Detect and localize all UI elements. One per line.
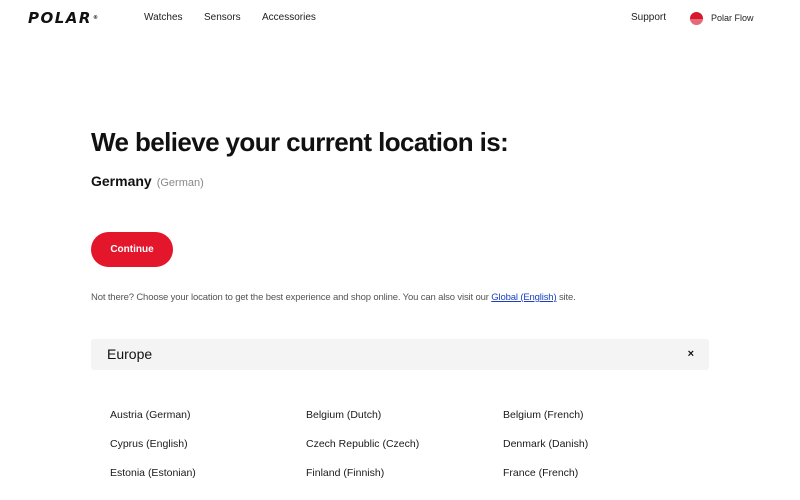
info-suffix: site.: [556, 292, 576, 303]
region-title: Europe: [107, 346, 153, 362]
polar-logo[interactable]: POLAR ®: [28, 10, 98, 26]
close-icon[interactable]: ×: [688, 347, 694, 361]
logo-text: POLAR: [28, 9, 92, 27]
global-english-link[interactable]: Global (English): [491, 292, 556, 303]
country-link[interactable]: Czech Republic (Czech): [306, 438, 419, 451]
country-link[interactable]: France (French): [503, 467, 578, 480]
continue-button[interactable]: Continue: [91, 232, 173, 267]
region-accordion-header[interactable]: Europe ×: [91, 339, 709, 370]
polar-flow-icon: [690, 11, 703, 25]
detected-language: (German): [156, 177, 204, 189]
nav-accessories[interactable]: Accessories: [262, 12, 316, 24]
detected-country: Germany: [91, 173, 152, 189]
country-link[interactable]: Denmark (Danish): [503, 438, 588, 451]
info-prefix: Not there? Choose your location to get t…: [91, 292, 492, 303]
polar-flow-link[interactable]: Polar Flow: [683, 5, 763, 31]
country-link[interactable]: Belgium (French): [503, 409, 584, 422]
page-title: We believe your current location is:: [91, 127, 509, 157]
logo-registered-mark: ®: [92, 15, 98, 21]
country-link[interactable]: Cyprus (English): [110, 438, 188, 451]
location-info-text: Not there? Choose your location to get t…: [91, 292, 576, 304]
country-link[interactable]: Austria (German): [110, 409, 191, 422]
country-link[interactable]: Finland (Finnish): [306, 467, 384, 480]
polar-flow-label: Polar Flow: [711, 13, 754, 23]
nav-watches[interactable]: Watches: [144, 12, 183, 24]
detected-location: Germany (German): [91, 173, 204, 189]
country-link[interactable]: Estonia (Estonian): [110, 467, 196, 480]
nav-sensors[interactable]: Sensors: [204, 12, 241, 24]
nav-support[interactable]: Support: [631, 12, 666, 24]
country-link[interactable]: Belgium (Dutch): [306, 409, 381, 422]
site-header: POLAR ® Watches Sensors Accessories Supp…: [0, 0, 800, 36]
